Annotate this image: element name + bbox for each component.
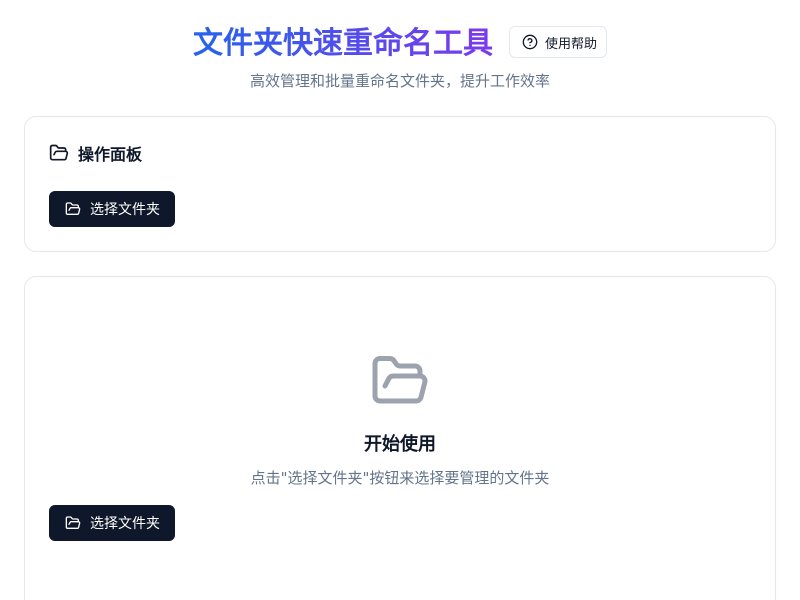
empty-state-description: 点击"选择文件夹"按钮来选择要管理的文件夹	[250, 469, 550, 487]
page-title: 文件夹快速重命名工具	[193, 24, 493, 64]
operations-panel-title-text: 操作面板	[78, 145, 143, 164]
app-page: 文件夹快速重命名工具 使用帮助 高效管理和批量重命名文件夹，提升工作效率 操作面…	[0, 0, 800, 600]
select-folder-button-label: 选择文件夹	[90, 202, 160, 218]
folder-open-icon	[49, 143, 69, 163]
operations-panel: 操作面板 选择文件夹	[24, 116, 776, 252]
title-wrap: 文件夹快速重命名工具	[193, 24, 493, 64]
help-circle-icon	[522, 34, 538, 50]
page-subtitle: 高效管理和批量重命名文件夹，提升工作效率	[249, 72, 550, 90]
select-folder-button[interactable]: 选择文件夹	[49, 191, 175, 227]
select-folder-button[interactable]: 选择文件夹	[49, 505, 175, 541]
select-folder-button-label: 选择文件夹	[90, 516, 160, 532]
operations-panel-title: 操作面板	[49, 141, 142, 165]
folder-open-icon	[368, 351, 432, 411]
empty-state-panel: 开始使用 点击"选择文件夹"按钮来选择要管理的文件夹 选择文件夹	[24, 276, 776, 600]
help-button-label: 使用帮助	[545, 36, 598, 52]
folder-open-icon	[65, 201, 81, 217]
empty-state-title: 开始使用	[364, 434, 436, 455]
folder-open-icon	[65, 515, 81, 531]
help-button[interactable]: 使用帮助	[509, 26, 607, 58]
header: 文件夹快速重命名工具 使用帮助	[0, 24, 800, 64]
